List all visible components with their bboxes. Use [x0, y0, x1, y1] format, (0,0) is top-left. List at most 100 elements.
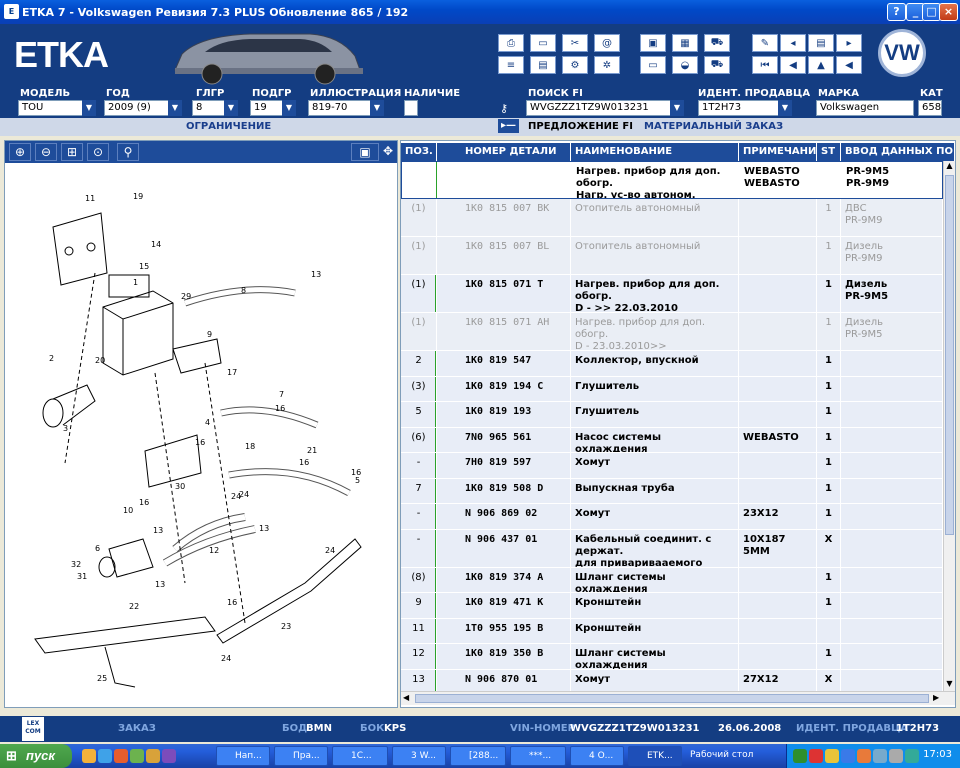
ie-icon[interactable]	[98, 749, 112, 763]
col-name[interactable]: НАИМЕНОВАНИЕ	[571, 143, 739, 161]
chevron-down-icon[interactable]: ▼	[168, 100, 182, 116]
opera-icon[interactable]	[114, 749, 128, 763]
chrome-icon[interactable]	[82, 749, 96, 763]
hscroll-thumb[interactable]	[415, 694, 929, 703]
table-row[interactable]: (1) 1K0 815 071 AH Нагрев. прибор для доп.…	[401, 313, 943, 351]
back-icon[interactable]: ◀	[780, 56, 806, 74]
desktop-toolbar[interactable]: Рабочий стол	[690, 750, 753, 760]
chevron-down-icon[interactable]: ▼	[670, 100, 684, 116]
page-next-icon[interactable]: ▸	[836, 34, 862, 52]
volume-icon[interactable]	[889, 749, 903, 763]
task-button[interactable]: [288...	[450, 746, 506, 766]
table-row[interactable]: Нагрев. прибор для доп. обогр. Нагр. ус-…	[401, 161, 943, 199]
fit-icon[interactable]: ▣	[351, 143, 379, 161]
table-row[interactable]: 11 1T0 955 195 B Кронштейн	[401, 618, 943, 644]
norm-icon[interactable]: ▤	[530, 56, 556, 74]
vertical-scrollbar[interactable]: ▲ ▼	[943, 161, 955, 691]
cart-icon[interactable]: ⛟	[704, 56, 730, 74]
cart-add-icon[interactable]: ⛟	[704, 34, 730, 52]
zoom-in-icon[interactable]: ⊕	[9, 143, 31, 161]
chevron-down-icon[interactable]: ▼	[370, 100, 384, 116]
tray-icon[interactable]	[825, 749, 839, 763]
table-row[interactable]: 2 1K0 819 547 Коллектор, впускной 1	[401, 351, 943, 377]
scroll-thumb[interactable]	[945, 175, 954, 535]
network-icon[interactable]	[905, 749, 919, 763]
horizontal-scrollbar[interactable]: ◀ ▶	[401, 691, 955, 705]
chevron-down-icon[interactable]: ▼	[778, 100, 792, 116]
chevron-down-icon[interactable]: ▼	[82, 100, 96, 116]
cat-field[interactable]: 658	[918, 100, 942, 116]
start-button[interactable]: ⊞ пуск	[0, 744, 72, 768]
table-row[interactable]: -N 906 869 02 Хомут 23X12 1	[401, 504, 943, 530]
table-row[interactable]: (3) 1K0 819 194 C Глушитель 1	[401, 376, 943, 402]
task-button[interactable]: 4 О...	[570, 746, 624, 766]
tray-icon[interactable]	[793, 749, 807, 763]
table-row[interactable]: (6) 7N0 965 561 Насос системы охлаждения WE…	[401, 427, 943, 453]
scroll-left-icon[interactable]: ◀	[403, 693, 409, 702]
col-data[interactable]: ВВОД ДАННЫХ ПО	[841, 143, 955, 161]
tray-icon[interactable]	[873, 749, 887, 763]
table-row[interactable]: (8) 1K0 819 374 A Шланг системы охлаждения…	[401, 567, 943, 593]
scroll-up-icon[interactable]: ▲	[944, 161, 955, 173]
tray-icon[interactable]	[809, 749, 823, 763]
elsa-icon[interactable]: ▣	[640, 34, 666, 52]
material-order-link[interactable]: МАТЕРИАЛЬНЫЙ ЗАКАЗ	[644, 121, 783, 132]
table-row[interactable]: (1) 1K0 815 071 T Нагрев. прибор для доп. …	[401, 275, 943, 313]
depot-icon[interactable]: ▦	[672, 34, 698, 52]
parts-diagram[interactable]: 19 11 14 151 29 8 13 9 2 20 17 3 7 16 21 16 4 16 24 1…	[5, 163, 397, 707]
table-row[interactable]: 13 N 906 870 01 Хомут 27X12 X	[401, 669, 943, 691]
table-row[interactable]: 7 1K0 819 508 D Выпускная труба 1	[401, 478, 943, 504]
table-row[interactable]: -7H0 819 597 Хомут 1	[401, 453, 943, 479]
table-row[interactable]: (1) 1K0 815 007 BK Отопитель автономный 1 ДВ…	[401, 199, 943, 237]
list-icon[interactable]: ≡	[498, 56, 524, 74]
help-button[interactable]: ?	[887, 3, 906, 21]
move-icon[interactable]: ✥	[381, 143, 395, 161]
search-fi-input[interactable]: WVGZZZ1TZ9W013231	[526, 100, 684, 116]
screen-icon[interactable]: ▭	[530, 34, 556, 52]
table-row[interactable]: 9 1K0 819 471 K Кронштейн 1	[401, 593, 943, 619]
restriction-link[interactable]: ОГРАНИЧЕНИЕ	[186, 121, 271, 132]
print-icon[interactable]: ⎙	[498, 34, 524, 52]
tray-icon[interactable]	[841, 749, 855, 763]
app-quicklaunch-icon[interactable]	[130, 749, 144, 763]
pin-icon[interactable]: ✎	[752, 34, 778, 52]
player-quicklaunch-icon[interactable]	[162, 749, 176, 763]
zoom-100-icon[interactable]: ⊙	[87, 143, 109, 161]
task-button-etka[interactable]: ETK...	[628, 746, 682, 766]
col-pos[interactable]: ПОЗ.	[401, 143, 437, 161]
browser-quicklaunch-icon[interactable]	[146, 749, 160, 763]
car-icon[interactable]: ◒	[672, 56, 698, 74]
task-button[interactable]: ***...	[510, 746, 566, 766]
task-button[interactable]: Пра...	[274, 746, 328, 766]
availability-checkbox[interactable]	[404, 100, 418, 116]
table-row[interactable]: 5 1K0 819 193 Глушитель 1	[401, 402, 943, 428]
tools-icon[interactable]: ✂	[562, 34, 588, 52]
task-button[interactable]: 3 W...	[392, 746, 446, 766]
chevron-down-icon[interactable]: ▼	[224, 100, 238, 116]
tray-icon[interactable]	[857, 749, 871, 763]
task-button[interactable]: Нап...	[216, 746, 270, 766]
bike-icon[interactable]: ⚙	[562, 56, 588, 74]
scroll-down-icon[interactable]: ▼	[944, 679, 955, 691]
table-row[interactable]: -N 906 437 01 Кабельный соединит. с держа…	[401, 529, 943, 568]
table-row[interactable]: 12 1K0 819 350 B Шланг системы охлаждения 1	[401, 644, 943, 670]
table-row[interactable]: (1) 1K0 815 007 BL Отопитель автономный 1 Ди…	[401, 237, 943, 275]
order-link[interactable]: ЗАКАЗ	[118, 723, 156, 734]
col-note[interactable]: ПРИМЕЧАНИЕ	[739, 143, 817, 161]
col-part-no[interactable]: НОМЕР ДЕТАЛИ	[437, 143, 571, 161]
up-icon[interactable]: ▲	[808, 56, 834, 74]
wheel-icon[interactable]: ✲	[594, 56, 620, 74]
page-prev-icon[interactable]: ◂	[780, 34, 806, 52]
fi-offer-link[interactable]: ПРЕДЛОЖЕНИЕ FI	[528, 121, 633, 132]
zoom-area-icon[interactable]: ⊞	[61, 143, 83, 161]
email-icon[interactable]: @	[594, 34, 620, 52]
col-st[interactable]: ST	[817, 143, 841, 161]
zoom-out-icon[interactable]: ⊖	[35, 143, 57, 161]
chevron-down-icon[interactable]: ▼	[282, 100, 296, 116]
task-button[interactable]: 1С...	[332, 746, 388, 766]
scroll-right-icon[interactable]: ▶	[933, 693, 939, 702]
first-icon[interactable]: ⏮	[752, 56, 778, 74]
search-icon[interactable]: ⚲	[117, 143, 139, 161]
monitor-icon[interactable]: ▭	[640, 56, 666, 74]
prev-icon[interactable]: ◀	[836, 56, 862, 74]
